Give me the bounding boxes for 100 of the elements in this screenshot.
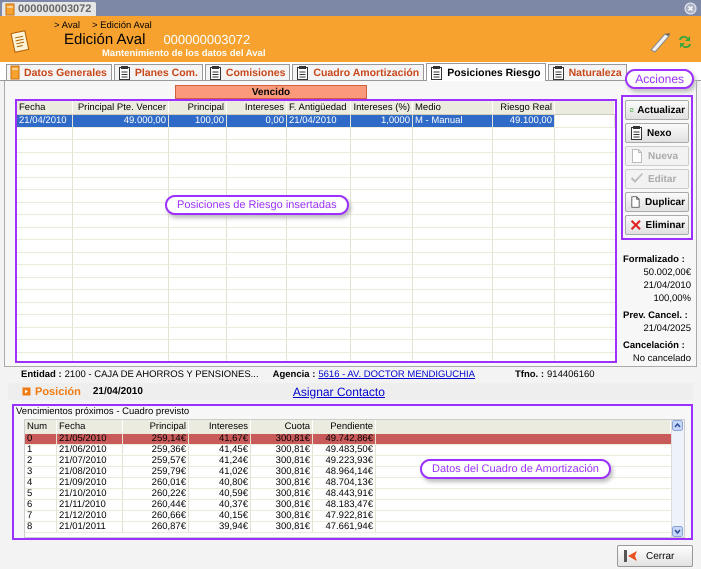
table-cell: 21/07/2010 bbox=[57, 456, 123, 466]
table-cell: 49.000,00 bbox=[73, 115, 169, 126]
table-cell: 300,81€ bbox=[251, 456, 313, 466]
table-cell: 6 bbox=[25, 500, 57, 510]
table-cell: 300,81€ bbox=[251, 467, 313, 477]
table-cell: 41,02€ bbox=[189, 467, 251, 477]
table-cell: 40,37€ bbox=[189, 500, 251, 510]
agency-link[interactable]: 5616 - AV. DOCTOR MENDIGUCHIA bbox=[318, 368, 475, 380]
table-cell: 41,67€ bbox=[189, 434, 251, 444]
action-button[interactable]: Nexo bbox=[625, 123, 689, 143]
table-cell: 300,81€ bbox=[251, 511, 313, 521]
page-icon bbox=[629, 148, 645, 164]
group-title: Vencimientos próximos - Cuadro previsto bbox=[15, 406, 190, 417]
table-cell: 259,79€ bbox=[123, 467, 189, 477]
table-cell: 2 bbox=[25, 456, 57, 466]
group-header: Vencido bbox=[175, 85, 367, 99]
field-value: 2100 - CAJA DE AHORROS Y PENSIONES... bbox=[64, 368, 259, 380]
table-cell: 5 bbox=[25, 489, 57, 499]
column-header[interactable]: Num bbox=[25, 420, 57, 433]
column-header[interactable]: Medio bbox=[413, 101, 493, 114]
table-cell: 3 bbox=[25, 467, 57, 477]
table-cell: 0,00 bbox=[227, 115, 287, 126]
table-cell: 21/05/2010 bbox=[57, 434, 123, 444]
table-cell: 21/04/2010 bbox=[287, 115, 351, 126]
breadcrumb-link[interactable]: > Aval bbox=[54, 20, 80, 30]
summary-label: Prev. Cancel. : bbox=[623, 310, 688, 321]
tab[interactable]: Comisiones bbox=[204, 64, 290, 80]
table-cell: 21/01/2011 bbox=[57, 522, 123, 532]
table-row[interactable]: 6 21/11/2010 260,44€ 40,37€ 300,81€ 48.183,47€ bbox=[25, 500, 671, 511]
tab[interactable]: Planes Com. bbox=[114, 64, 203, 80]
bullet-icon bbox=[22, 387, 31, 396]
summary-value: 100,00% bbox=[653, 293, 691, 304]
column-header[interactable]: Cuota bbox=[251, 420, 313, 433]
table-cell: 49.742,86€ bbox=[313, 434, 376, 444]
column-header[interactable]: Intereses bbox=[189, 420, 251, 433]
table-cell: 300,81€ bbox=[251, 500, 313, 510]
tab[interactable]: Naturaleza bbox=[548, 64, 627, 80]
table-row[interactable]: 0 21/05/2010 259,14€ 41,67€ 300,81€ 49.742,86€ bbox=[25, 434, 671, 445]
column-header[interactable]: Principal bbox=[169, 101, 227, 114]
close-button[interactable]: Cerrar bbox=[617, 545, 693, 567]
field-label: Tfno. : bbox=[514, 368, 544, 380]
scroll-down-icon bbox=[672, 526, 683, 537]
table-cell: 21/10/2010 bbox=[57, 489, 123, 499]
table-cell: 48.183,47€ bbox=[313, 500, 376, 510]
assign-contact-link[interactable]: Asignar Contacto bbox=[292, 384, 385, 398]
scroll-up-icon bbox=[672, 420, 683, 431]
column-header[interactable]: Pendiente bbox=[313, 420, 376, 433]
table-cell: 39,94€ bbox=[189, 522, 251, 532]
column-header[interactable]: Principal Pte. Vencer bbox=[73, 101, 169, 114]
scrollbar[interactable] bbox=[671, 420, 684, 537]
table-cell: 41,45€ bbox=[189, 445, 251, 455]
summary-value: 50.002,00€ bbox=[643, 267, 691, 278]
table-cell: 41,24€ bbox=[189, 456, 251, 466]
summary-label: Formalizado : bbox=[623, 254, 685, 265]
table-row[interactable]: 1 21/06/2010 259,36€ 41,45€ 300,81€ 49.483,50€ bbox=[25, 445, 671, 456]
action-button[interactable]: Duplicar bbox=[625, 192, 689, 212]
tab[interactable]: Posiciones Riesgo bbox=[426, 63, 546, 81]
exit-icon bbox=[623, 548, 638, 564]
table-cell: 21/06/2010 bbox=[57, 445, 123, 455]
table-cell: 259,57€ bbox=[123, 456, 189, 466]
table-cell: 48.964,14€ bbox=[313, 467, 376, 477]
column-header[interactable]: F. Antigüedad bbox=[287, 101, 351, 114]
page-icon bbox=[629, 194, 642, 210]
table-row[interactable]: 7 21/12/2010 260,66€ 40,15€ 300,81€ 47.922,81€ bbox=[25, 511, 671, 522]
column-header[interactable]: Fecha bbox=[57, 420, 123, 433]
tab[interactable]: Datos Generales bbox=[6, 64, 112, 80]
column-header[interactable]: Riesgo Real bbox=[493, 101, 555, 114]
field-value: 914406160 bbox=[547, 368, 595, 380]
annotation-callout: Acciones bbox=[625, 69, 694, 89]
table-cell: 21/09/2010 bbox=[57, 478, 123, 488]
table-cell: 300,81€ bbox=[251, 478, 313, 488]
table-cell: 8 bbox=[25, 522, 57, 532]
table-cell: 260,01€ bbox=[123, 478, 189, 488]
action-button[interactable]: Actualizar bbox=[625, 100, 689, 120]
table-cell: 7 bbox=[25, 511, 57, 521]
column-header[interactable]: Intereses bbox=[227, 101, 287, 114]
table-cell: 300,81€ bbox=[251, 489, 313, 499]
field-label: Agencia : bbox=[272, 368, 316, 380]
table-cell: 40,80€ bbox=[189, 478, 251, 488]
table-row[interactable]: 8 21/01/2011 260,87€ 39,94€ 300,81€ 47.661,94€ bbox=[25, 522, 671, 533]
table-cell: 300,81€ bbox=[251, 522, 313, 532]
table-cell: 260,22€ bbox=[123, 489, 189, 499]
table-cell: 260,44€ bbox=[123, 500, 189, 510]
column-header[interactable]: Fecha bbox=[17, 101, 73, 114]
table-row[interactable]: 5 21/10/2010 260,22€ 40,59€ 300,81€ 48.443,91€ bbox=[25, 489, 671, 500]
close-icon bbox=[629, 217, 643, 233]
table-cell: 48.704,13€ bbox=[313, 478, 376, 488]
breadcrumb-link[interactable]: > Edición Aval bbox=[92, 20, 152, 30]
column-header[interactable]: Principal bbox=[123, 420, 189, 433]
window-tab[interactable]: 000000003072 bbox=[2, 2, 96, 16]
action-button[interactable]: Eliminar bbox=[625, 215, 689, 235]
table-row[interactable]: 21/04/2010 49.000,00 100,00 0,00 21/04/2010 1,0000 M - Manual 49.100,00 bbox=[17, 115, 615, 128]
column-header[interactable]: Intereses (%) bbox=[351, 101, 413, 114]
table-cell: 1 bbox=[25, 445, 57, 455]
table-cell: 0 bbox=[25, 434, 57, 444]
field-label: Entidad : bbox=[21, 368, 62, 380]
tab[interactable]: Cuadro Amortización bbox=[292, 64, 424, 80]
table-cell: 260,87€ bbox=[123, 522, 189, 532]
refresh-icon[interactable] bbox=[677, 34, 693, 50]
table-cell: 47.661,94€ bbox=[313, 522, 376, 532]
